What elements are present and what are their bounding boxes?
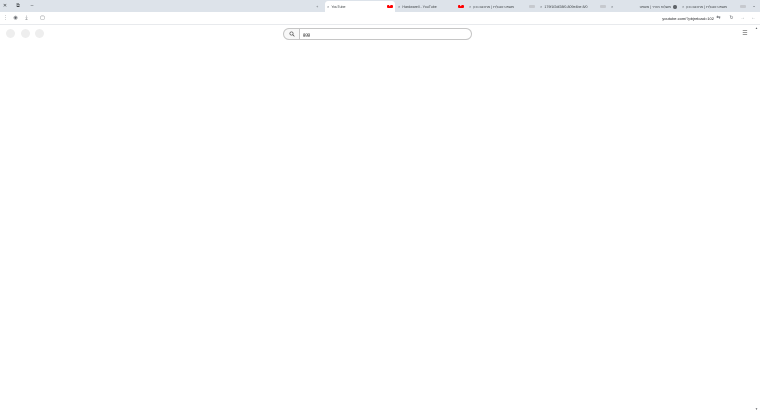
close-icon[interactable]: × [540,4,542,9]
doc-favicon-icon [600,4,606,9]
forward-icon[interactable]: → [738,14,747,23]
tab-hardwarell[interactable]: × Hardwarell - YouTube ▶ [396,1,466,12]
kebab-menu-icon[interactable]: ⋮ [1,14,10,23]
minimize-window-icon[interactable]: – [28,2,36,10]
search-input[interactable] [303,29,463,40]
tab-label: Hardwarell - YouTube [402,4,437,9]
tab-shop[interactable]: × משלוח מהיר | משפט [609,1,679,12]
close-icon[interactable]: × [682,4,684,9]
translate-favicon-icon [740,4,746,9]
tab-label: משלוח מהיר | משפט [639,4,671,9]
profile-icon[interactable]: ◉ [11,14,20,23]
tab-translate-2[interactable]: × משפט אנגלית | מתרגם נכון [680,1,748,12]
placeholder-avatar [6,29,15,38]
tab-label: 179f1f2df28f0-809e4be 8/0 [544,4,588,9]
scroll-up-arrow-icon[interactable]: ▲ [755,26,758,30]
tab-strip: ✕ ⧉ – + × YouTube ▶ × Hardwarell - YouTu… [0,0,760,12]
placeholder-avatar [21,29,30,38]
back-icon[interactable]: ← [749,14,758,23]
search-button[interactable] [283,28,300,40]
extensions-icon[interactable]: ▢ [38,14,47,23]
close-icon[interactable]: × [611,4,613,9]
url-text: youtube.com/?pbjreload=102 [662,16,714,21]
address-bar[interactable]: youtube.com/?pbjreload=102 [50,14,720,23]
tab-youtube[interactable]: × YouTube ▶ [325,1,395,12]
tab-search-icon[interactable]: ⌄ [750,2,758,10]
youtube-favicon-icon: ▶ [387,4,393,9]
placeholder-avatar [35,29,44,38]
close-icon[interactable]: × [327,4,329,9]
plus-icon: + [316,4,319,9]
translate-favicon-icon [529,4,535,9]
search-icon [289,31,295,37]
tab-translate-1[interactable]: × משפט אנגלית | מתרגם נכון [467,1,537,12]
tab-doc[interactable]: × 179f1f2df28f0-809e4be 8/0 [538,1,608,12]
restore-window-icon[interactable]: ⧉ [14,2,22,10]
hamburger-menu-icon[interactable]: ☰ [740,29,750,39]
close-window-icon[interactable]: ✕ [1,2,9,10]
tab-label: משפט אנגלית | מתרגם נכון [473,4,515,9]
page-content: ☰ [0,25,760,412]
download-icon[interactable]: ⤓ [22,14,31,23]
browser-toolbar: ⋮ ◉ ⤓ ▢ ☆ youtube.com/?pbjreload=102 ⇆ ↻… [0,12,760,25]
reload-icon[interactable]: ↻ [727,14,736,23]
search-box [300,28,472,40]
new-tab-button[interactable]: + [314,1,324,12]
scroll-down-arrow-icon[interactable]: ▼ [755,407,758,411]
tab-label: משפט אנגלית | מתרגם נכון [686,4,728,9]
close-icon[interactable]: × [469,4,471,9]
shop-favicon-icon [673,4,677,9]
close-icon[interactable]: × [398,4,400,9]
tab-label: YouTube [331,4,346,9]
translate-page-icon[interactable]: ⇆ [714,14,723,23]
youtube-favicon-icon: ▶ [458,4,464,9]
